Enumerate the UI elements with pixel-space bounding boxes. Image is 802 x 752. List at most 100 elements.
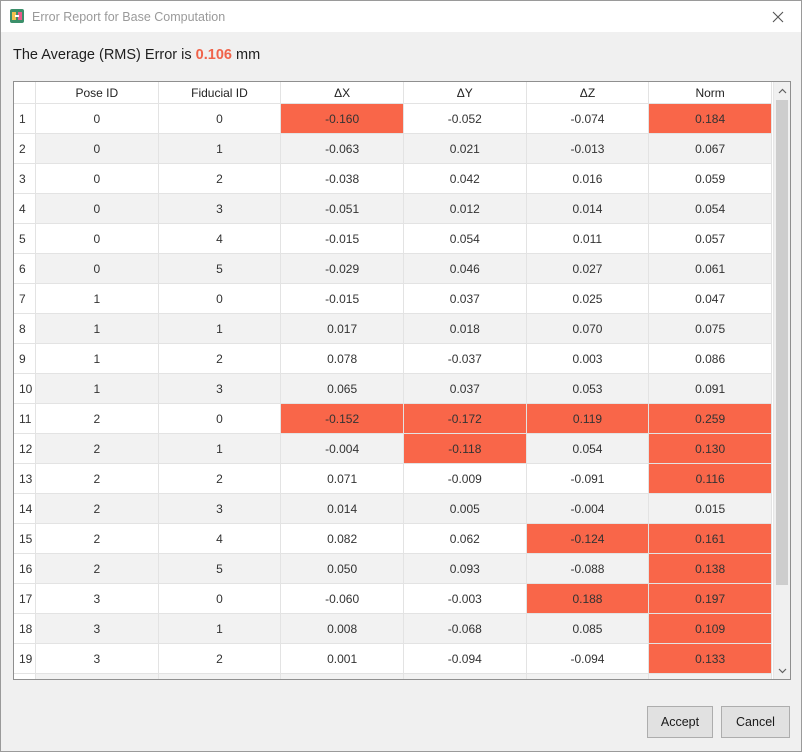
norm-cell[interactable]: 0.197 <box>649 584 772 614</box>
table-row[interactable]: 18 3 1 0.008 -0.068 0.085 0.109 <box>14 614 772 644</box>
fiducial-id-cell[interactable]: 1 <box>158 134 282 164</box>
table-row[interactable]: 8 1 1 0.017 0.018 0.070 0.075 <box>14 314 772 344</box>
norm-cell[interactable]: 0.047 <box>649 284 772 314</box>
scroll-up-button[interactable] <box>774 82 790 99</box>
fiducial-id-cell[interactable]: 0 <box>158 584 282 614</box>
dx-cell[interactable]: 0.078 <box>281 344 404 374</box>
scrollbar-thumb[interactable] <box>776 100 788 585</box>
fiducial-id-cell[interactable]: 0 <box>158 404 282 434</box>
dz-cell[interactable]: 0.003 <box>526 344 650 374</box>
dy-cell[interactable]: -0.003 <box>403 584 527 614</box>
norm-cell[interactable]: 0.091 <box>649 374 772 404</box>
fiducial-id-cell[interactable]: 2 <box>158 644 282 674</box>
dx-cell[interactable]: 0.065 <box>281 374 404 404</box>
table-row[interactable]: 11 2 0 -0.152 -0.172 0.119 0.259 <box>14 404 772 434</box>
table-row[interactable]: 3 0 2 -0.038 0.042 0.016 0.059 <box>14 164 772 194</box>
norm-cell[interactable]: 0.130 <box>649 434 772 464</box>
dy-cell[interactable] <box>403 674 527 679</box>
table-row[interactable]: 4 0 3 -0.051 0.012 0.014 0.054 <box>14 194 772 224</box>
dy-cell[interactable]: 0.037 <box>403 374 527 404</box>
dx-cell[interactable]: 0.017 <box>281 314 404 344</box>
dz-cell[interactable]: -0.013 <box>526 134 650 164</box>
norm-cell[interactable]: 0.133 <box>649 644 772 674</box>
norm-cell[interactable]: 0.161 <box>649 524 772 554</box>
dz-cell[interactable]: 0.011 <box>526 224 650 254</box>
close-button[interactable] <box>755 1 801 32</box>
dz-cell[interactable]: 0.025 <box>526 284 650 314</box>
pose-id-cell[interactable]: 1 <box>35 374 159 404</box>
dx-cell[interactable]: -0.015 <box>281 224 404 254</box>
pose-id-cell[interactable]: 2 <box>35 464 159 494</box>
norm-cell[interactable]: 0.054 <box>649 194 772 224</box>
dx-cell[interactable]: 0.071 <box>281 464 404 494</box>
dy-cell[interactable]: -0.052 <box>403 104 527 134</box>
table-row[interactable]: 15 2 4 0.082 0.062 -0.124 0.161 <box>14 524 772 554</box>
table-row[interactable]: 9 1 2 0.078 -0.037 0.003 0.086 <box>14 344 772 374</box>
dz-cell[interactable]: 0.054 <box>526 434 650 464</box>
dy-cell[interactable]: 0.054 <box>403 224 527 254</box>
column-header-dx[interactable]: ΔX <box>281 82 404 104</box>
fiducial-id-cell[interactable]: 1 <box>158 434 282 464</box>
pose-id-cell[interactable]: 3 <box>35 614 159 644</box>
fiducial-id-cell[interactable]: 3 <box>158 194 282 224</box>
dz-cell[interactable]: 0.053 <box>526 374 650 404</box>
pose-id-cell[interactable]: 2 <box>35 494 159 524</box>
dz-cell[interactable]: -0.004 <box>526 494 650 524</box>
dx-cell[interactable]: 0.001 <box>281 644 404 674</box>
pose-id-cell[interactable]: 3 <box>35 644 159 674</box>
dx-cell[interactable]: -0.015 <box>281 284 404 314</box>
dz-cell[interactable]: 0.188 <box>526 584 650 614</box>
norm-cell[interactable] <box>649 674 772 679</box>
dx-cell[interactable]: 0.014 <box>281 494 404 524</box>
fiducial-id-cell[interactable] <box>158 674 282 679</box>
fiducial-id-cell[interactable]: 5 <box>158 554 282 584</box>
dy-cell[interactable]: 0.062 <box>403 524 527 554</box>
pose-id-cell[interactable]: 2 <box>35 524 159 554</box>
table-row[interactable]: 16 2 5 0.050 0.093 -0.088 0.138 <box>14 554 772 584</box>
pose-id-cell[interactable]: 0 <box>35 164 159 194</box>
dz-cell[interactable]: -0.088 <box>526 554 650 584</box>
dz-cell[interactable] <box>526 674 650 679</box>
pose-id-cell[interactable]: 1 <box>35 344 159 374</box>
pose-id-cell[interactable]: 1 <box>35 284 159 314</box>
pose-id-cell[interactable] <box>35 674 159 679</box>
table-row[interactable]: 2 0 1 -0.063 0.021 -0.013 0.067 <box>14 134 772 164</box>
table-row[interactable]: 13 2 2 0.071 -0.009 -0.091 0.116 <box>14 464 772 494</box>
norm-cell[interactable]: 0.086 <box>649 344 772 374</box>
dz-cell[interactable]: 0.119 <box>526 404 650 434</box>
dy-cell[interactable]: 0.046 <box>403 254 527 284</box>
vertical-scrollbar[interactable] <box>773 82 790 679</box>
norm-cell[interactable]: 0.061 <box>649 254 772 284</box>
norm-cell[interactable]: 0.116 <box>649 464 772 494</box>
dx-cell[interactable]: -0.029 <box>281 254 404 284</box>
dx-cell[interactable]: -0.051 <box>281 194 404 224</box>
dx-cell[interactable]: 0.050 <box>281 554 404 584</box>
dz-cell[interactable]: -0.074 <box>526 104 650 134</box>
norm-cell[interactable]: 0.109 <box>649 614 772 644</box>
norm-cell[interactable]: 0.138 <box>649 554 772 584</box>
dz-cell[interactable]: -0.124 <box>526 524 650 554</box>
fiducial-id-cell[interactable]: 3 <box>158 374 282 404</box>
dz-cell[interactable]: 0.016 <box>526 164 650 194</box>
dy-cell[interactable]: -0.037 <box>403 344 527 374</box>
dz-cell[interactable]: 0.014 <box>526 194 650 224</box>
pose-id-cell[interactable]: 2 <box>35 434 159 464</box>
scroll-down-button[interactable] <box>774 662 790 679</box>
table-row[interactable]: 10 1 3 0.065 0.037 0.053 0.091 <box>14 374 772 404</box>
column-header-dz[interactable]: ΔZ <box>526 82 650 104</box>
table-row[interactable] <box>14 674 772 679</box>
dy-cell[interactable]: 0.021 <box>403 134 527 164</box>
dy-cell[interactable]: -0.094 <box>403 644 527 674</box>
pose-id-cell[interactable]: 0 <box>35 254 159 284</box>
dx-cell[interactable]: -0.063 <box>281 134 404 164</box>
dx-cell[interactable]: 0.008 <box>281 614 404 644</box>
accept-button[interactable]: Accept <box>647 706 713 738</box>
norm-cell[interactable]: 0.259 <box>649 404 772 434</box>
dz-cell[interactable]: 0.070 <box>526 314 650 344</box>
dz-cell[interactable]: -0.091 <box>526 464 650 494</box>
dy-cell[interactable]: 0.042 <box>403 164 527 194</box>
norm-cell[interactable]: 0.057 <box>649 224 772 254</box>
norm-cell[interactable]: 0.067 <box>649 134 772 164</box>
table-row[interactable]: 19 3 2 0.001 -0.094 -0.094 0.133 <box>14 644 772 674</box>
table-row[interactable]: 6 0 5 -0.029 0.046 0.027 0.061 <box>14 254 772 284</box>
